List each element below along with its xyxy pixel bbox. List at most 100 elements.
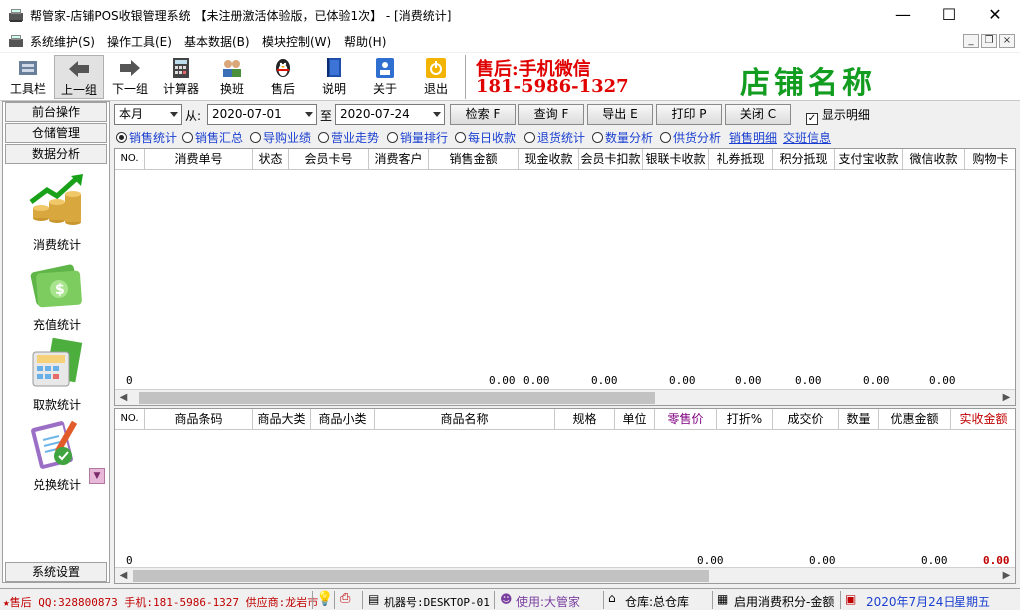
query-button[interactable]: 查询 F <box>518 104 584 125</box>
minimize-button[interactable]: — <box>880 0 926 30</box>
sidebar-tab-system-settings[interactable]: 系统设置 <box>5 562 107 582</box>
radio-quantity-analysis[interactable]: 数量分析 <box>592 129 653 145</box>
radio-sales-stats[interactable]: 销售统计 <box>116 129 177 145</box>
column-header[interactable]: 现金收款 <box>519 149 579 170</box>
status-divider <box>712 591 713 609</box>
menu-module[interactable]: 模块控制(W) <box>262 33 331 50</box>
computer-icon: ▤ <box>368 592 380 606</box>
column-header[interactable]: 实收金额 <box>951 409 1015 430</box>
column-header[interactable]: 打折% <box>717 409 773 430</box>
period-select[interactable]: 本月 <box>114 104 182 125</box>
sales-table[interactable]: NO. 消费单号 状态 会员卡号 消费客户 销售金额 现金收款 会员卡扣款 银联… <box>114 148 1016 406</box>
penguin-icon <box>276 59 290 77</box>
scroll-right-icon[interactable]: ▶ <box>998 568 1015 583</box>
search-button[interactable]: 检索 F <box>450 104 516 125</box>
radio-guide-performance[interactable]: 导购业绩 <box>250 129 311 145</box>
row-count: 0 <box>126 374 133 387</box>
calendar-dropdown-icon <box>433 112 441 117</box>
column-header[interactable]: 单位 <box>615 409 655 430</box>
mdi-minimize-button[interactable]: _ <box>963 34 979 48</box>
sidebar-item-recharge-stats[interactable]: $ 充值统计 <box>13 254 101 333</box>
column-header[interactable]: 销售金额 <box>429 149 519 170</box>
sidebar: 前台操作 仓储管理 数据分析 消费统计 $ 充值统计 取款统计 兑换统计 ▼ 系… <box>2 101 110 583</box>
close-module-button[interactable]: 关闭 C <box>725 104 791 125</box>
sidebar-tab-front-desk[interactable]: 前台操作 <box>5 102 107 122</box>
column-header[interactable]: 零售价 <box>655 409 717 430</box>
sidebar-tab-warehouse[interactable]: 仓储管理 <box>5 123 107 143</box>
maximize-button[interactable]: ☐ <box>926 0 972 30</box>
status-points: 启用消费积分-金额 <box>734 595 835 609</box>
aftersale-button[interactable]: 售后 <box>258 55 308 99</box>
from-date-picker[interactable]: 2020-07-01 <box>207 104 317 125</box>
status-aftersale: ★售后 QQ:328800873 手机:181-5986-1327 供应商:龙岩… <box>3 596 319 609</box>
sidebar-item-exchange-stats[interactable]: 兑换统计 <box>13 414 101 493</box>
column-header[interactable]: 购物卡 <box>965 149 1015 170</box>
mdi-close-button[interactable]: × <box>999 34 1015 48</box>
column-header[interactable]: 规格 <box>555 409 615 430</box>
warehouse-icon: ⌂ <box>608 591 616 605</box>
status-divider <box>362 591 363 609</box>
scroll-left-icon[interactable]: ◀ <box>115 390 132 405</box>
calculator-button[interactable]: 计算器 <box>156 55 206 99</box>
about-button[interactable]: 关于 <box>360 55 410 99</box>
sidebar-item-consumption-stats[interactable]: 消费统计 <box>13 174 101 253</box>
toolbar-toggle-button[interactable]: 工具栏 <box>3 55 53 99</box>
column-header[interactable]: 积分抵现 <box>773 149 835 170</box>
column-header[interactable]: 数量 <box>839 409 879 430</box>
column-header[interactable]: NO. <box>115 409 145 430</box>
status-bar: ★售后 QQ:328800873 手机:181-5986-1327 供应商:龙岩… <box>0 588 1020 610</box>
product-detail-table[interactable]: NO. 商品条码 商品大类 商品小类 商品名称 规格 单位 零售价 打折% 成交… <box>114 408 1016 584</box>
scrollbar-thumb[interactable] <box>133 570 709 582</box>
column-header[interactable]: 商品小类 <box>311 409 375 430</box>
shift-change-button[interactable]: 换班 <box>207 55 257 99</box>
menu-tools[interactable]: 操作工具(E) <box>107 33 172 50</box>
radio-daily-receipts[interactable]: 每日收款 <box>455 129 516 145</box>
column-header[interactable]: 商品名称 <box>375 409 555 430</box>
radio-return-stats[interactable]: 退货统计 <box>524 129 585 145</box>
column-header[interactable]: 消费客户 <box>369 149 429 170</box>
check-icon: ✓ <box>806 113 818 125</box>
show-detail-checkbox[interactable]: ✓ 显示明细 <box>806 106 870 125</box>
next-group-button[interactable]: 下一组 <box>105 55 155 99</box>
menu-help[interactable]: 帮助(H) <box>344 33 386 50</box>
status-warehouse: 仓库:总仓库 <box>625 595 690 609</box>
radio-business-trend[interactable]: 营业走势 <box>318 129 379 145</box>
column-header[interactable]: 微信收款 <box>903 149 965 170</box>
radio-sales-ranking[interactable]: 销量排行 <box>387 129 448 145</box>
radio-supply-analysis[interactable]: 供货分析 <box>660 129 721 145</box>
column-header[interactable]: 成交价 <box>773 409 839 430</box>
column-header[interactable]: 优惠金额 <box>879 409 951 430</box>
sidebar-item-withdraw-stats[interactable]: 取款统计 <box>13 334 101 413</box>
close-button[interactable]: ✕ <box>972 0 1018 30</box>
shift-info-link[interactable]: 交班信息 <box>783 129 831 146</box>
column-header[interactable]: 银联卡收款 <box>643 149 709 170</box>
menu-basic-data[interactable]: 基本数据(B) <box>184 33 250 50</box>
radio-sales-summary[interactable]: 销售汇总 <box>182 129 243 145</box>
exit-button[interactable]: 退出 <box>411 55 461 99</box>
column-header[interactable]: 支付宝收款 <box>835 149 903 170</box>
column-header[interactable]: 会员卡号 <box>289 149 369 170</box>
scrollbar-thumb[interactable] <box>139 392 655 404</box>
sales-detail-link[interactable]: 销售明细 <box>729 129 777 146</box>
to-date-picker[interactable]: 2020-07-24 <box>335 104 445 125</box>
column-header[interactable]: 商品条码 <box>145 409 253 430</box>
scroll-left-icon[interactable]: ◀ <box>115 568 132 583</box>
scroll-right-icon[interactable]: ▶ <box>998 390 1015 405</box>
column-header[interactable]: 商品大类 <box>253 409 311 430</box>
menu-system[interactable]: 系统维护(S) <box>30 33 95 50</box>
column-header[interactable]: 消费单号 <box>145 149 253 170</box>
column-header[interactable]: 礼券抵现 <box>709 149 773 170</box>
export-button[interactable]: 导出 E <box>587 104 653 125</box>
horizontal-scrollbar[interactable]: ◀ ▶ <box>115 389 1015 405</box>
column-header[interactable]: 状态 <box>253 149 289 170</box>
user-icon: ☻ <box>500 592 513 606</box>
print-button[interactable]: 打印 P <box>656 104 722 125</box>
sidebar-tab-data-analysis[interactable]: 数据分析 <box>5 144 107 164</box>
column-header[interactable]: 会员卡扣款 <box>579 149 643 170</box>
column-header[interactable]: NO. <box>115 149 145 170</box>
mdi-restore-button[interactable]: ❐ <box>981 34 997 48</box>
manual-button[interactable]: 说明 <box>309 55 359 99</box>
horizontal-scrollbar[interactable]: ◀ ▶ <box>115 567 1015 583</box>
prev-group-button[interactable]: 上一组 <box>54 55 104 99</box>
sidebar-scroll-down-icon[interactable]: ▼ <box>89 468 105 484</box>
